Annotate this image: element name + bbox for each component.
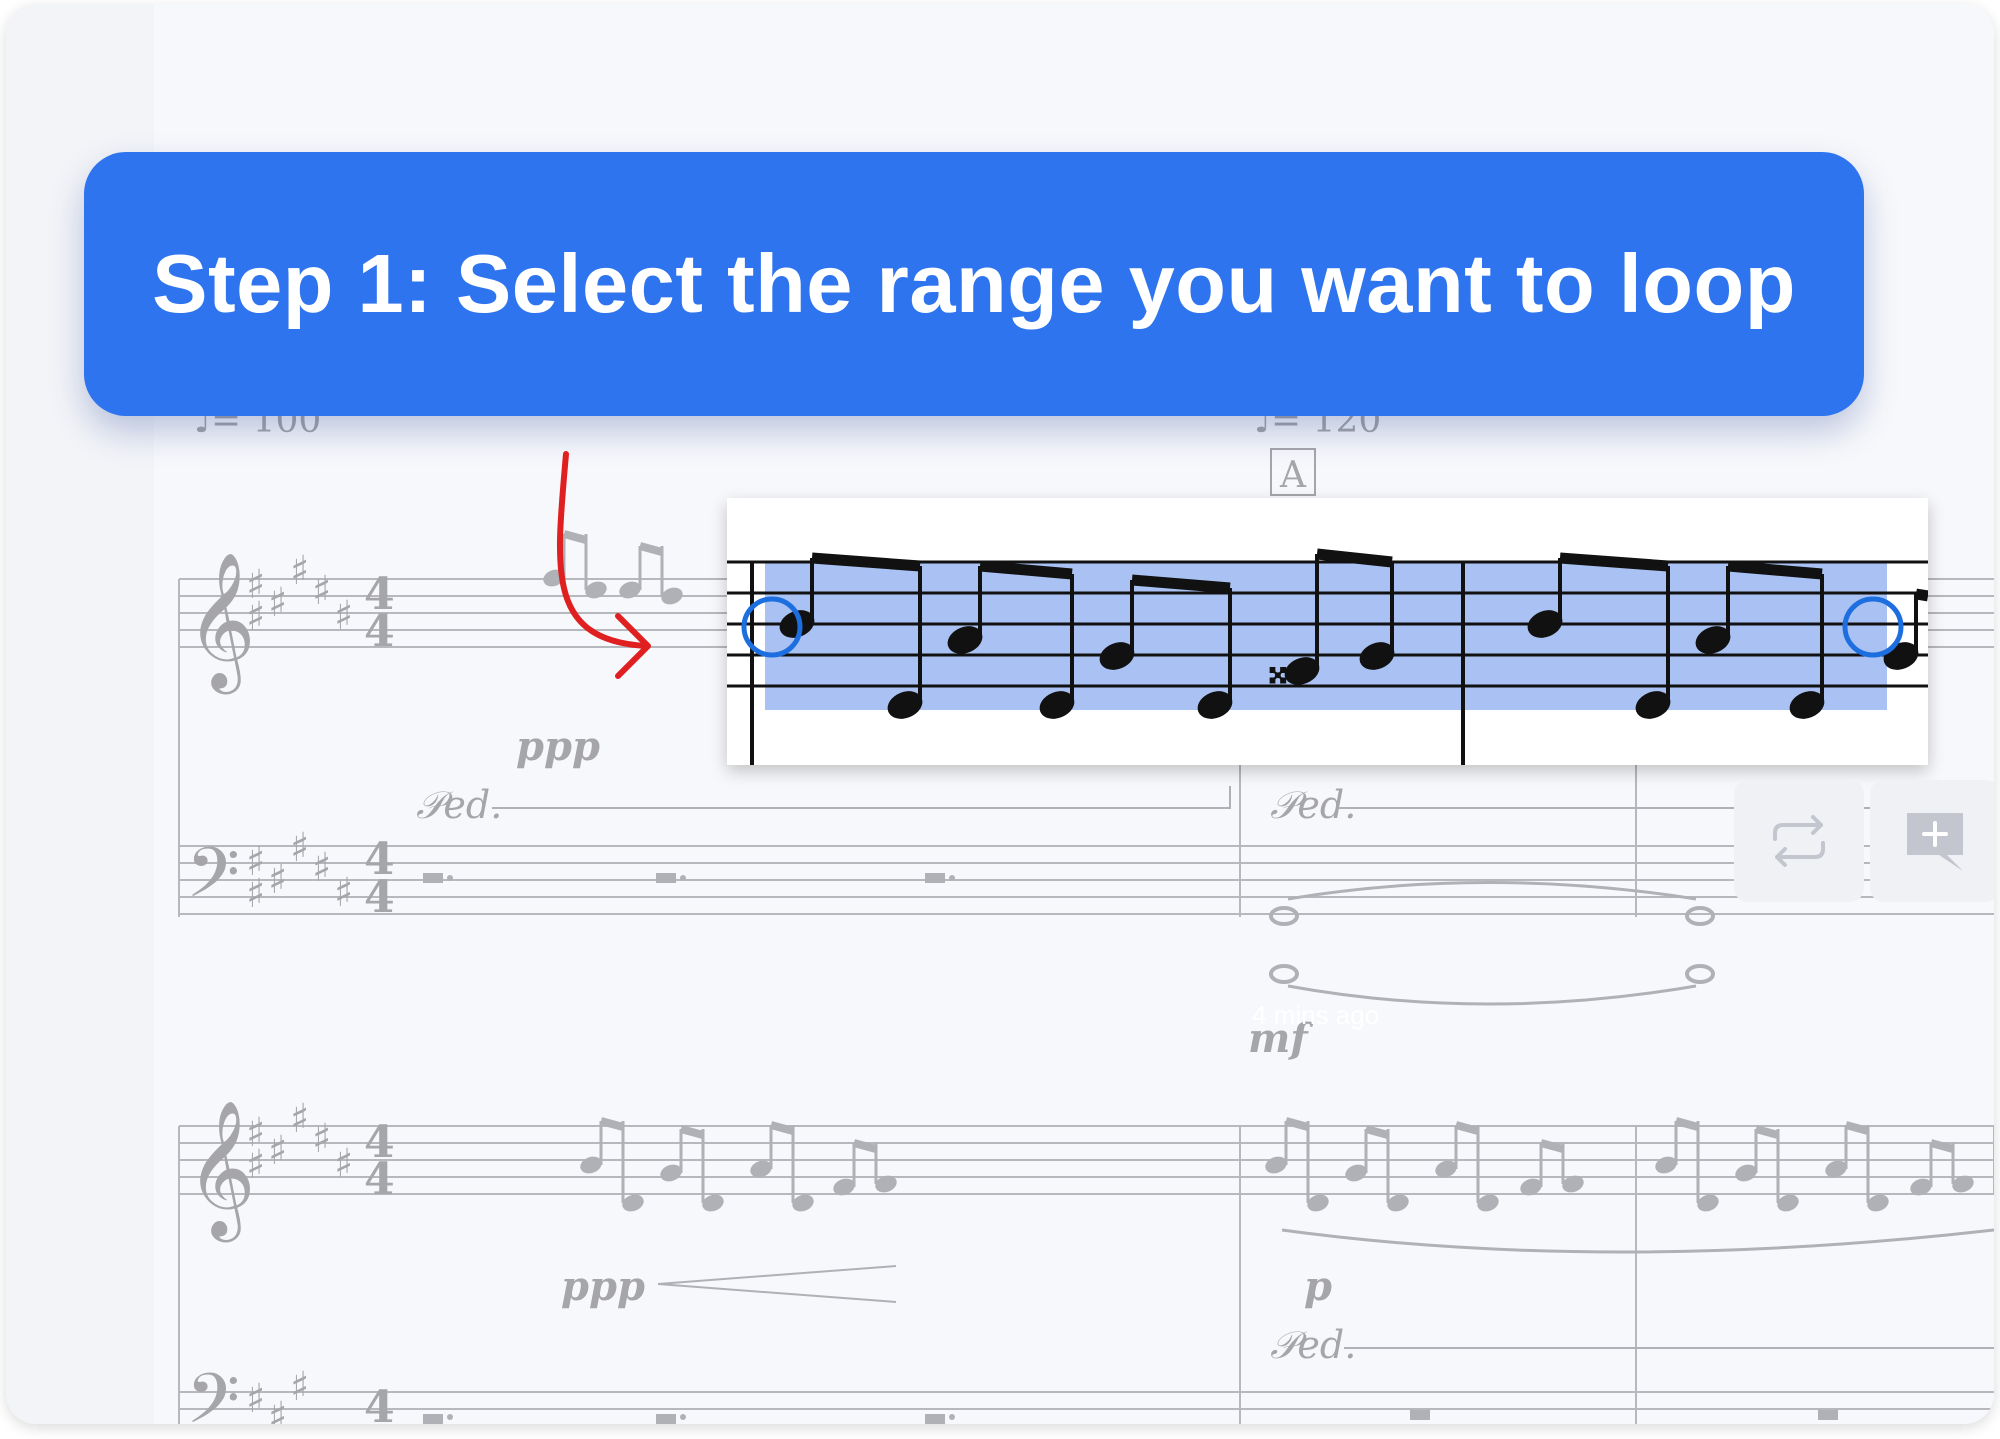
pedal-mark[interactable]: 𝒫ed. xyxy=(1270,783,1356,827)
pedal-mark[interactable]: 𝒫ed. xyxy=(416,783,502,827)
step-callout-text: Step 1: Select the range you want to loo… xyxy=(152,237,1796,330)
bass-clef-icon: 𝄢 xyxy=(186,832,240,930)
key-signature: ♯ ♯♯ ♯♯♯ ♯ ♯♯ ♯♯♯ ♯ ♯♯ ♯♯♯ ♯ ♯♯ xyxy=(246,548,353,1424)
svg-text:♯: ♯ xyxy=(246,594,265,640)
svg-text:♯: ♯ xyxy=(268,857,287,903)
svg-text:♯: ♯ xyxy=(290,1096,309,1142)
dynamic-p[interactable]: p xyxy=(1304,1263,1332,1310)
selection-zoom-canvas: 𝄪 xyxy=(727,548,1929,765)
svg-text:♯: ♯ xyxy=(312,1116,331,1162)
svg-text:♯: ♯ xyxy=(312,845,331,891)
double-sharp-icon: 𝄪 xyxy=(1268,643,1288,694)
svg-text:♯: ♯ xyxy=(290,1364,309,1410)
half-rests xyxy=(423,873,1838,1424)
treble-staff-2[interactable] xyxy=(179,1125,1994,1195)
svg-text:♯: ♯ xyxy=(246,871,265,917)
svg-text:♯: ♯ xyxy=(268,580,287,626)
loop-icon xyxy=(1773,815,1825,867)
selection-magnifier[interactable]: 𝄪 xyxy=(727,498,1929,765)
time-signature: 44 44 44 4 xyxy=(364,569,395,1424)
loop-button[interactable] xyxy=(1734,780,1864,902)
svg-text:♯: ♯ xyxy=(246,1142,265,1188)
step-callout: Step 1: Select the range you want to loo… xyxy=(84,152,1864,416)
add-comment-button[interactable] xyxy=(1870,780,1994,902)
svg-text:4: 4 xyxy=(364,872,395,923)
pedal-mark[interactable]: 𝒫ed. xyxy=(1270,1323,1356,1367)
rehearsal-mark[interactable]: A xyxy=(1270,448,1316,496)
svg-text:♯: ♯ xyxy=(334,593,353,639)
svg-text:A: A xyxy=(1279,455,1307,496)
crescendo-hairpin[interactable] xyxy=(657,1265,897,1303)
svg-text:4: 4 xyxy=(364,606,395,657)
svg-text:♯: ♯ xyxy=(290,825,309,871)
timestamp: 4 mins ago xyxy=(1252,1000,1380,1030)
score-viewport: ♩= 100 ♩= 120 A 𝄞 𝄢 𝄞 𝄢 ♯ ♯ ♯ ♯ ♯ ♯ ♯ ♯ ♯ ♯ ♯ ♯ … xyxy=(6,4,1994,1424)
whole-notes xyxy=(1269,906,1715,984)
svg-text:♯: ♯ xyxy=(312,568,331,614)
svg-text:♯: ♯ xyxy=(268,1128,287,1174)
svg-text:4: 4 xyxy=(364,1154,395,1205)
svg-text:4: 4 xyxy=(364,1382,395,1424)
selection-toolbar xyxy=(1734,780,1994,902)
svg-text:♯: ♯ xyxy=(334,1141,353,1187)
svg-text:♯: ♯ xyxy=(268,1394,287,1424)
annotation-arrow-icon xyxy=(556,451,651,679)
bass-clef-icon: 𝄢 xyxy=(186,1358,240,1424)
svg-text:♯: ♯ xyxy=(290,548,309,594)
dynamic-ppp[interactable]: ppp xyxy=(516,723,600,770)
add-comment-icon xyxy=(1907,813,1963,871)
svg-text:♯: ♯ xyxy=(334,870,353,916)
dynamic-ppp[interactable]: ppp xyxy=(561,1263,645,1310)
svg-text:♯: ♯ xyxy=(246,1376,265,1422)
